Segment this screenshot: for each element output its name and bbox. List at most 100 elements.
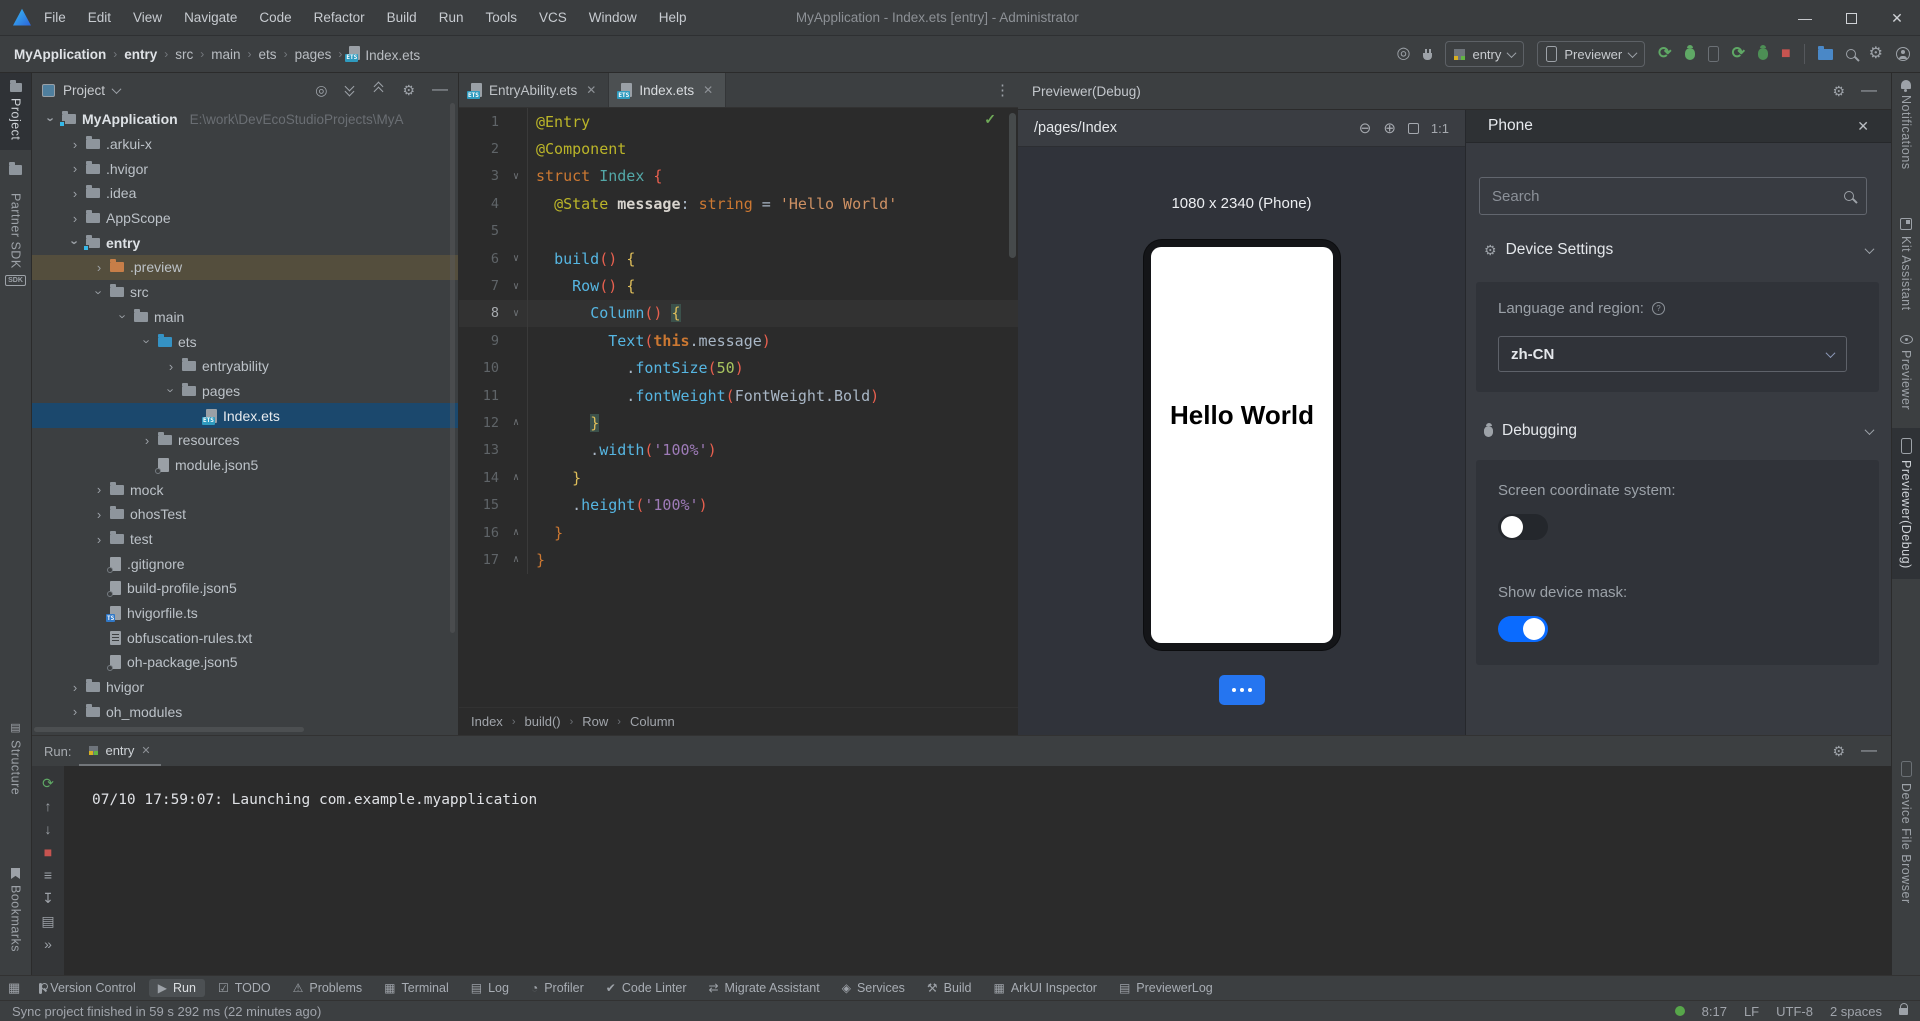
lock-icon[interactable] (1899, 1008, 1908, 1015)
up-icon[interactable]: ↑ (45, 799, 52, 813)
restart-button[interactable]: ⟳ (1732, 46, 1745, 62)
project-vertical-scrollbar[interactable] (450, 103, 455, 633)
gear-icon[interactable]: ⚙ (402, 83, 415, 97)
phone-screen[interactable]: Hello World (1151, 247, 1333, 643)
gear-icon[interactable]: ⚙ (1832, 84, 1845, 98)
toolwindow-button-services[interactable]: ◈Services (833, 979, 914, 997)
chevron-expanded-icon[interactable]: › (68, 238, 83, 248)
tree-item-oh-package.json5[interactable]: oh-package.json5 (32, 650, 458, 675)
device-file-browser-button[interactable] (1818, 49, 1833, 60)
code-line-16[interactable]: 16∧ } (459, 519, 1018, 546)
preview-more-button[interactable] (1219, 675, 1265, 705)
toolwindow-button-build[interactable]: ⚒Build (918, 979, 981, 997)
menu-help[interactable]: Help (659, 10, 687, 25)
profiler-button[interactable] (1708, 46, 1719, 62)
menu-view[interactable]: View (133, 10, 162, 25)
chevron-collapsed-icon[interactable]: › (142, 433, 152, 448)
hide-panel-button[interactable]: — (1861, 743, 1877, 759)
tree-item-main[interactable]: ›main (32, 305, 458, 330)
collapse-all-button[interactable] (373, 84, 385, 96)
attach-debugger-button[interactable] (1758, 48, 1768, 60)
menu-refactor[interactable]: Refactor (314, 10, 365, 25)
chevron-collapsed-icon[interactable]: › (94, 532, 104, 547)
breadcrumb-item-src[interactable]: src (175, 47, 193, 62)
code-line-5[interactable]: 5 (459, 218, 1018, 245)
toolwindow-button-code-linter[interactable]: ✔Code Linter (597, 979, 696, 997)
close-button[interactable]: ✕ (1874, 0, 1920, 36)
close-icon[interactable]: ✕ (1857, 118, 1869, 135)
fold-marker-icon[interactable]: ∧ (505, 527, 527, 538)
expand-all-button[interactable] (344, 84, 356, 96)
fold-marker-icon[interactable]: ∧ (505, 472, 527, 483)
chevron-expanded-icon[interactable]: › (164, 386, 179, 396)
fold-marker-icon[interactable]: ∨ (505, 253, 527, 264)
sidebar-item-notifications[interactable]: Notifications (1892, 80, 1920, 170)
previewer-selector[interactable]: Previewer (1537, 41, 1645, 67)
fold-marker-icon[interactable]: ∧ (505, 417, 527, 428)
chevron-collapsed-icon[interactable]: › (70, 161, 80, 176)
tree-item-mock[interactable]: ›mock (32, 477, 458, 502)
code-line-13[interactable]: 13 .width('100%') (459, 437, 1018, 464)
zoom-out-icon[interactable]: ⊖ (1359, 119, 1372, 137)
menu-file[interactable]: File (44, 10, 66, 25)
chevron-expanded-icon[interactable]: › (116, 312, 131, 322)
tree-item-Index.ets[interactable]: ETSIndex.ets (32, 403, 458, 428)
zoom-ratio-label[interactable]: 1:1 (1431, 121, 1449, 136)
module-selector[interactable]: entry (1445, 41, 1524, 67)
tree-item-module.json5[interactable]: module.json5 (32, 453, 458, 478)
help-icon[interactable]: ? (1652, 302, 1665, 315)
soft-wrap-icon[interactable]: ≡ (44, 868, 52, 882)
chevron-collapsed-icon[interactable]: › (70, 704, 80, 719)
debug-button[interactable] (1685, 48, 1695, 60)
run-tab-entry[interactable]: entry ✕ (79, 736, 160, 766)
chevron-collapsed-icon[interactable]: › (70, 211, 80, 226)
fold-marker-icon[interactable]: ∨ (505, 171, 527, 182)
device-mask-toggle[interactable] (1498, 616, 1548, 642)
plugin-icon[interactable] (1423, 53, 1432, 60)
debugging-section-header[interactable]: Debugging (1484, 422, 1873, 440)
tree-item-hvigorfile.ts[interactable]: TShvigorfile.ts (32, 601, 458, 626)
toolwindow-button-profiler[interactable]: ◔Profiler (522, 979, 593, 997)
sidebar-item-previewer-debug[interactable]: Previewer(Debug) (1892, 428, 1920, 579)
tree-item-build-profile.json5[interactable]: build-profile.json5 (32, 576, 458, 601)
toolwindow-button-previewerlog[interactable]: ▤PreviewerLog (1110, 979, 1222, 997)
minimize-button[interactable]: — (1782, 0, 1828, 36)
chevron-expanded-icon[interactable]: › (140, 337, 155, 347)
tree-item-ohosTest[interactable]: ›ohosTest (32, 502, 458, 527)
stop-icon[interactable]: ■ (44, 845, 52, 859)
menu-vcs[interactable]: VCS (539, 10, 567, 25)
stop-button[interactable]: ■ (1781, 46, 1791, 62)
toolwindow-button-log[interactable]: ▤Log (462, 979, 518, 997)
breadcrumb-item-pages[interactable]: pages (295, 47, 332, 62)
close-icon[interactable]: ✕ (703, 83, 713, 97)
hide-panel-button[interactable]: — (432, 82, 448, 98)
sidebar-item-kit-assistant[interactable]: Kit Assistant (1892, 218, 1920, 311)
indent-label[interactable]: 2 spaces (1830, 1004, 1882, 1019)
fold-marker-icon[interactable]: ∨ (505, 308, 527, 319)
toolwindow-button-terminal[interactable]: ▦Terminal (375, 979, 458, 997)
chevron-expanded-icon[interactable]: › (44, 114, 59, 124)
rerun-icon[interactable]: ⟳ (42, 776, 54, 790)
gear-icon[interactable]: ⚙ (1832, 744, 1845, 758)
editor-breadcrumb-index[interactable]: Index (471, 714, 503, 729)
scroll-to-end-icon[interactable]: ↧ (42, 891, 54, 905)
breadcrumb-item-entry[interactable]: entry (124, 47, 157, 62)
coord-system-toggle[interactable] (1498, 514, 1548, 540)
menu-navigate[interactable]: Navigate (184, 10, 237, 25)
tree-item-obfuscation-rules.txt[interactable]: obfuscation-rules.txt (32, 625, 458, 650)
maximize-button[interactable] (1828, 0, 1874, 36)
toolwindow-button-migrate-assistant[interactable]: ⇄Migrate Assistant (699, 979, 828, 997)
fit-to-screen-icon[interactable] (1408, 123, 1419, 134)
tree-item-entry[interactable]: ›entry (32, 230, 458, 255)
tab-index.ets[interactable]: ETSIndex.ets✕ (609, 73, 726, 107)
tree-item-entryability[interactable]: ›entryability (32, 354, 458, 379)
sidebar-item-device-file-browser[interactable]: Device File Browser (1892, 761, 1920, 904)
tree-item-.preview[interactable]: ›.preview (32, 255, 458, 280)
sidebar-item-bookmarks[interactable]: Bookmarks (0, 868, 31, 952)
code-line-3[interactable]: 3∨struct Index { (459, 163, 1018, 190)
code-line-8[interactable]: 8∨ Column() { (459, 300, 1018, 327)
breadcrumb-item-ets[interactable]: ets (259, 47, 277, 62)
sidebar-item-partner-sdk[interactable]: Partner SDK SDK (0, 193, 31, 286)
run-log-line[interactable]: 07/10 17:59:07: Launching com.example.my… (92, 792, 537, 808)
tree-item-.idea[interactable]: ›.idea (32, 181, 458, 206)
